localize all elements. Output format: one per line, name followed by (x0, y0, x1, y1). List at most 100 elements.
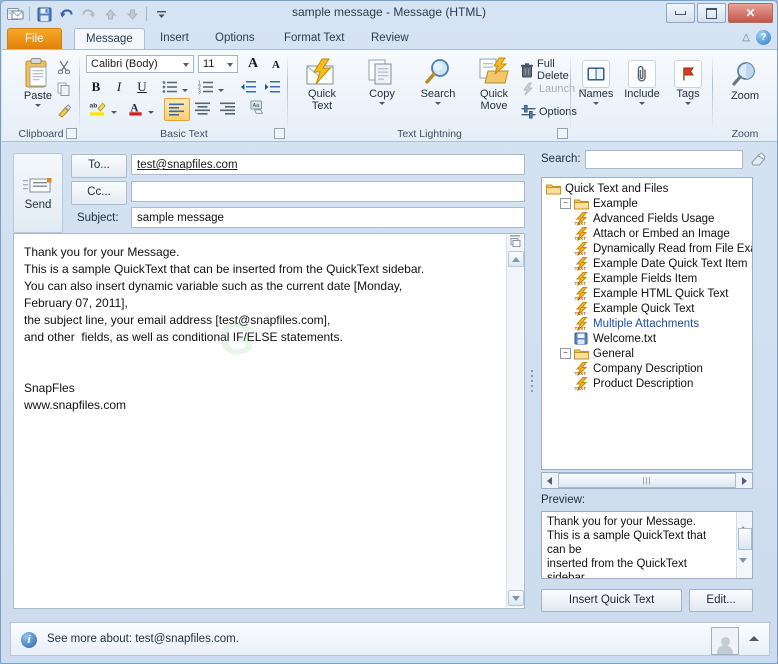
tree-scroll-left-button[interactable] (542, 473, 557, 488)
clear-formatting-button[interactable]: Aa (246, 98, 270, 117)
numbering-dropdown[interactable] (216, 80, 226, 99)
names-button[interactable]: Names (573, 60, 619, 105)
copy-button-clipboard[interactable] (56, 81, 72, 97)
font-color-dropdown[interactable] (146, 102, 156, 121)
insert-quick-text-button[interactable]: Insert Quick Text (541, 589, 683, 612)
tree-scroll-thumb[interactable]: ||| (558, 473, 736, 488)
message-body[interactable]: Thank you for your Message. This is a sa… (13, 233, 525, 609)
basic-text-dialog-launcher[interactable] (274, 128, 285, 139)
grow-font-button[interactable]: A (243, 54, 263, 73)
font-name-combo[interactable]: Calibri (Body) (86, 55, 194, 73)
tree-item[interactable]: Quick Text and Files (546, 181, 752, 196)
tree-item[interactable]: TEXT Example Fields Item (546, 271, 752, 286)
eraser-icon[interactable] (750, 151, 766, 170)
search-input[interactable] (585, 150, 743, 169)
clipboard-dialog-launcher[interactable] (66, 128, 77, 139)
cc-button[interactable]: Cc... (71, 181, 127, 205)
preview-scroll-down-icon[interactable] (739, 558, 747, 575)
font-size-combo[interactable]: 11 (198, 55, 238, 73)
tab-review[interactable]: Review (360, 28, 420, 50)
bullets-dropdown[interactable] (180, 80, 190, 99)
tree-toggle-icon[interactable]: − (560, 198, 571, 209)
tree-horizontal-scrollbar[interactable]: ||| (541, 472, 753, 489)
decrease-indent-button[interactable] (238, 77, 258, 96)
body-scroll-split-icon[interactable] (508, 234, 522, 248)
tree-item[interactable]: TEXT Attach or Embed an Image (546, 226, 752, 241)
tree-item[interactable]: TEXT Multiple Attachments (546, 316, 752, 331)
subject-field[interactable]: sample message (131, 207, 525, 228)
minimize-ribbon-icon[interactable]: △ (742, 32, 750, 43)
shrink-font-button[interactable]: A (266, 55, 286, 74)
bold-button[interactable]: B (86, 77, 106, 96)
tree-item[interactable]: TEXT Example Quick Text (546, 301, 752, 316)
include-button[interactable]: Include (619, 60, 665, 105)
tree-item[interactable]: TEXT Example HTML Quick Text (546, 286, 752, 301)
copy-button[interactable]: Copy (354, 56, 410, 105)
full-delete-button[interactable]: Full Delete (520, 58, 571, 82)
tab-file[interactable]: File (7, 28, 62, 51)
minimize-button[interactable] (666, 3, 695, 23)
tab-options[interactable]: Options (204, 28, 266, 50)
text-lightning-dialog-launcher[interactable] (557, 128, 568, 139)
increase-indent-button[interactable] (262, 77, 282, 96)
options-button[interactable]: Options (520, 104, 577, 120)
tree-scroll-right-button[interactable] (737, 473, 752, 488)
align-center-button[interactable] (191, 99, 215, 118)
edit-button[interactable]: Edit... (689, 589, 753, 612)
close-button[interactable]: ✕ (728, 3, 773, 23)
preview-scroll-thumb[interactable] (738, 528, 752, 550)
include-chevron-down-icon[interactable] (639, 102, 645, 105)
body-scroll-up-button[interactable] (508, 251, 524, 267)
quick-move-button[interactable]: Quick Move (466, 56, 522, 112)
format-painter-button[interactable] (56, 103, 72, 119)
avatar[interactable] (711, 627, 739, 655)
search-button[interactable]: Search (410, 56, 466, 105)
tree-item[interactable]: TEXT Dynamically Read from File Exam (546, 241, 752, 256)
font-color-button[interactable]: A (125, 99, 147, 118)
tags-chevron-down-icon[interactable] (685, 102, 691, 105)
underline-button[interactable]: U (132, 77, 152, 96)
restore-button[interactable] (697, 3, 726, 23)
help-icon[interactable]: ? (756, 30, 771, 45)
tree-item[interactable]: − General (546, 346, 752, 361)
tree-item[interactable]: TEXT Product Description (546, 376, 752, 391)
preview-scrollbar[interactable] (736, 512, 752, 578)
copy-chevron-down-icon[interactable] (379, 102, 385, 105)
tab-format-text[interactable]: Format Text (273, 28, 356, 50)
quicktext-tree[interactable]: Quick Text and Files − Example TEXT Advanced… (541, 177, 753, 470)
quick-text-button[interactable]: Quick Text (294, 56, 350, 112)
tree-item[interactable]: − Example (546, 196, 752, 211)
align-right-button[interactable] (216, 99, 240, 118)
numbering-button[interactable]: 1 2 3 (194, 77, 218, 96)
to-field[interactable]: test@snapfiles.com (131, 154, 525, 175)
cc-field[interactable] (131, 181, 525, 202)
body-scrollbar[interactable] (506, 234, 524, 607)
font-size-value: 11 (203, 58, 215, 70)
align-left-button[interactable] (164, 98, 190, 121)
preview-scroll-up-icon[interactable] (739, 514, 747, 531)
paste-dropdown-icon[interactable] (35, 104, 41, 107)
tab-insert[interactable]: Insert (149, 28, 200, 50)
quicktext-icon: TEXT (574, 256, 590, 271)
bullets-button[interactable] (158, 77, 182, 96)
zoom-button[interactable]: Zoom (717, 60, 773, 102)
tree-item[interactable]: Welcome.txt (546, 331, 752, 346)
cut-button[interactable] (56, 59, 72, 75)
tree-toggle-icon[interactable]: − (560, 348, 571, 359)
italic-button[interactable]: I (109, 77, 129, 96)
tags-button[interactable]: Tags (665, 60, 711, 105)
zoom-label: Zoom (730, 90, 760, 102)
tree-item[interactable]: TEXT Example Date Quick Text Item (546, 256, 752, 271)
send-button[interactable]: Send (13, 153, 63, 233)
expand-chevron-icon[interactable] (749, 636, 759, 641)
pane-splitter-handle[interactable] (529, 361, 535, 401)
svg-text:TEXT: TEXT (575, 281, 587, 286)
tree-item[interactable]: TEXT Advanced Fields Usage (546, 211, 752, 226)
tree-item[interactable]: TEXT Company Description (546, 361, 752, 376)
search-chevron-down-icon[interactable] (435, 102, 441, 105)
body-scroll-down-button[interactable] (508, 590, 524, 606)
names-chevron-down-icon[interactable] (593, 102, 599, 105)
to-button[interactable]: To... (71, 154, 127, 178)
highlight-button[interactable]: ab (86, 99, 110, 118)
highlight-dropdown[interactable] (109, 102, 119, 121)
